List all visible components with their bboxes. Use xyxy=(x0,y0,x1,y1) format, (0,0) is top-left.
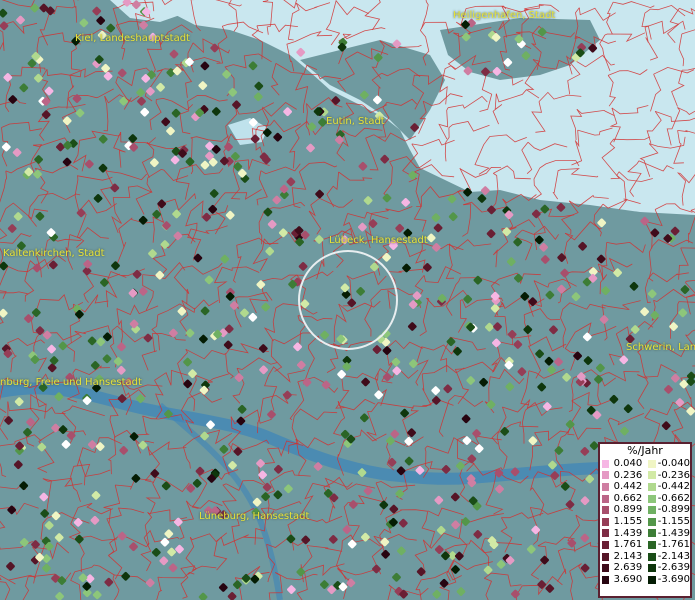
legend-row: 1.155 -1.155 xyxy=(600,516,690,528)
legend-swatch-positive xyxy=(602,459,610,468)
legend-title: %/Jahr xyxy=(627,444,663,457)
legend-swatch-positive xyxy=(602,494,610,503)
legend-value-positive: 0.899 xyxy=(613,504,643,516)
legend-row: 0.040 -0.040 xyxy=(600,458,690,470)
legend-swatch-negative xyxy=(648,471,656,480)
legend-swatch-negative xyxy=(648,564,656,573)
legend-value-positive: 2.639 xyxy=(613,562,643,574)
legend-swatch-negative xyxy=(648,552,656,561)
legend-row: 2.639 -2.639 xyxy=(600,562,690,574)
legend-row: 0.236 -0.236 xyxy=(600,470,690,482)
legend-row: 2.143 -2.143 xyxy=(600,551,690,563)
legend-swatch-positive xyxy=(602,506,610,515)
legend-swatch-positive xyxy=(602,564,610,573)
map-legend: %/Jahr 0.040 -0.040 0.236 -0.236 0.442 -0.442… xyxy=(598,442,692,598)
legend-value-positive: 1.155 xyxy=(613,515,643,527)
legend-row: 0.899 -0.899 xyxy=(600,504,690,516)
place-label-luebeck: Lübeck, Hansestadt xyxy=(329,235,428,246)
legend-value-negative: -1.155 xyxy=(657,515,690,527)
legend-swatch-positive xyxy=(602,575,610,584)
legend-value-positive: 0.040 xyxy=(613,458,643,469)
legend-value-negative: -1.439 xyxy=(657,527,690,539)
legend-row: 3.690 -3.690 xyxy=(600,574,690,586)
legend-value-negative: -0.662 xyxy=(657,492,690,504)
legend-swatch-negative xyxy=(648,529,656,538)
legend-value-negative: -0.442 xyxy=(657,481,690,493)
legend-value-negative: -1.761 xyxy=(657,539,690,551)
legend-swatch-positive xyxy=(602,540,610,549)
legend-swatch-negative xyxy=(648,459,656,468)
legend-swatch-positive xyxy=(602,517,610,526)
legend-value-positive: 0.236 xyxy=(613,469,643,481)
legend-rows: 0.040 -0.040 0.236 -0.236 0.442 -0.442 0.662 -0… xyxy=(600,458,690,586)
legend-row: 1.761 -1.761 xyxy=(600,539,690,551)
legend-value-negative: -0.236 xyxy=(657,469,690,481)
legend-swatch-positive xyxy=(602,529,610,538)
legend-value-negative: -0.899 xyxy=(657,504,690,516)
legend-row: 0.662 -0.662 xyxy=(600,493,690,505)
legend-value-positive: 0.442 xyxy=(613,481,643,493)
legend-value-positive: 3.690 xyxy=(613,573,643,585)
place-label-heiligenhafen: Heiligenhafen, Stadt xyxy=(453,10,556,21)
legend-swatch-positive xyxy=(602,471,610,480)
legend-swatch-negative xyxy=(648,540,656,549)
legend-value-positive: 1.439 xyxy=(613,527,643,539)
place-label-hamburg: nburg, Freie und Hansestadt xyxy=(0,377,142,388)
legend-swatch-positive xyxy=(602,552,610,561)
place-label-eutin: Eutin, Stadt xyxy=(326,116,385,127)
legend-value-negative: -0.040 xyxy=(657,458,690,469)
legend-swatch-negative xyxy=(648,494,656,503)
legend-value-negative: -2.143 xyxy=(657,550,690,562)
place-label-kiel: Kiel, Landeshauptstadt xyxy=(75,33,190,44)
legend-row: 1.439 -1.439 xyxy=(600,528,690,540)
legend-swatch-positive xyxy=(602,482,610,491)
legend-value-positive: 2.143 xyxy=(613,550,643,562)
legend-swatch-negative xyxy=(648,506,656,515)
place-label-kaltenkirchen: Kaltenkirchen, Stadt xyxy=(3,248,105,259)
place-label-lueneburg: Lüneburg, Hansestadt xyxy=(199,511,310,522)
legend-swatch-negative xyxy=(648,575,656,584)
map-canvas[interactable] xyxy=(0,0,695,600)
legend-value-positive: 0.662 xyxy=(613,492,643,504)
legend-value-negative: -3.690 xyxy=(657,573,690,585)
legend-row: 0.442 -0.442 xyxy=(600,481,690,493)
legend-swatch-negative xyxy=(648,482,656,491)
place-label-schwerin: Schwerin, Lan xyxy=(626,342,695,353)
legend-swatch-negative xyxy=(648,517,656,526)
legend-value-positive: 1.761 xyxy=(613,539,643,551)
legend-value-negative: -2.639 xyxy=(657,562,690,574)
